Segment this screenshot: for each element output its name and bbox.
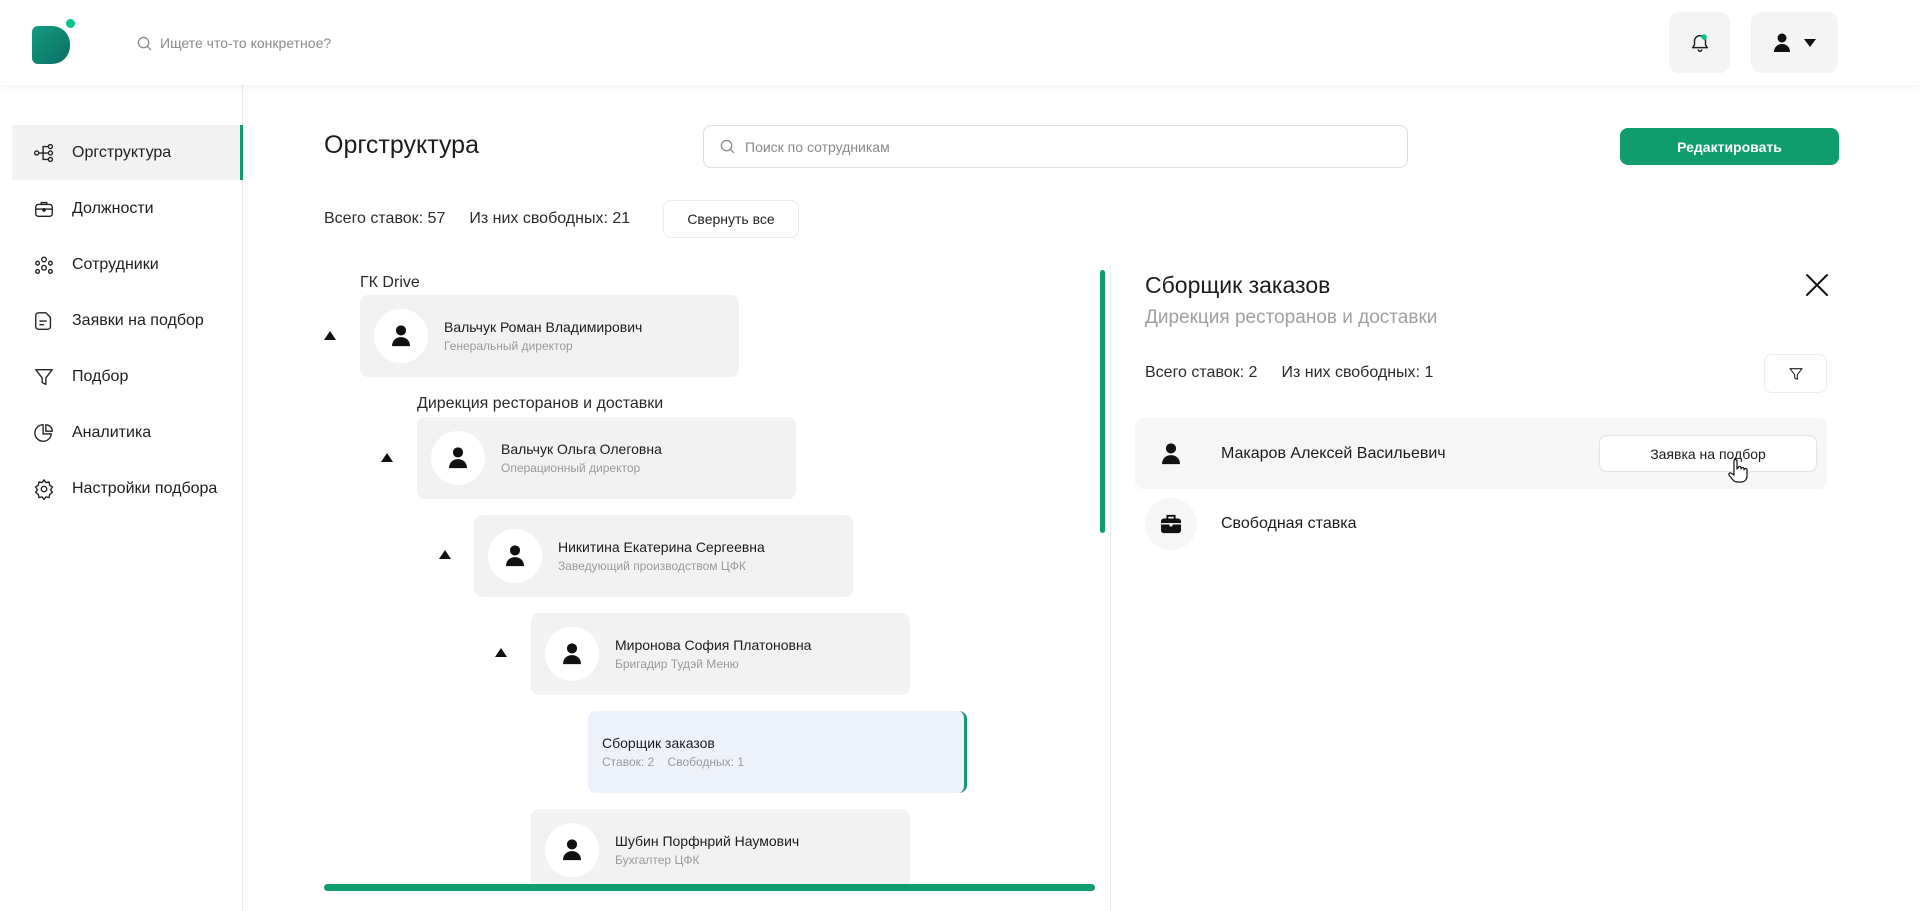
horizontal-scrollbar[interactable] [324,884,1095,891]
chevron-down-icon [1803,38,1816,47]
panel-divider [1110,265,1111,911]
panel-subtitle: Дирекция ресторанов и доставки [1145,307,1438,328]
hand-cursor-icon [1728,459,1748,483]
search-icon [137,36,152,50]
node-role: Операционный директор [501,461,641,475]
employee-search-input[interactable] [745,138,1345,155]
gear-icon [32,477,56,501]
sidebar-item-label: Аналитика [72,423,152,441]
node-name: Сборщик заказов [602,735,715,751]
employee-search [703,125,1408,168]
node-role: Генеральный директор [444,339,573,353]
node-name: Вальчук Ольга Олеговна [501,441,662,457]
free-positions: Из них свободных: 21 [469,210,631,227]
app-logo[interactable] [32,19,75,64]
panel-free-positions: Из них свободных: 1 [1281,364,1434,381]
tree-node[interactable]: Никитина Екатерина Сергеевна Заведующий … [474,515,853,597]
people-icon [32,253,56,277]
briefcase-icon [1161,514,1181,533]
node-role: Бригадир Тудэй Меню [615,657,739,671]
sidebar-item-employees[interactable]: Сотрудники [12,237,243,292]
page-title: Оргструктура [324,131,479,159]
node-role: Ставок: 2 Свободных: 1 [602,755,745,769]
global-search [137,32,460,54]
user-icon [506,545,524,567]
tree-node[interactable]: Шубин Порфнрий Наумович Бухгалтер ЦФК [531,809,910,891]
panel-stats: Всего ставок: 2 Из них свободных: 1 [1145,364,1433,382]
collapse-toggle-icon[interactable] [381,453,393,462]
user-icon [449,447,467,469]
logo-shape [32,26,70,64]
node-name: Никитина Екатерина Сергеевна [558,539,765,555]
sidebar-item-label: Подбор [72,367,129,385]
node-name: Миронова София Платоновна [615,637,812,653]
group-label: Дирекция ресторанов и доставки [417,395,664,412]
funnel-icon [32,365,56,389]
user-icon [563,839,581,861]
group-label: ГК Drive [360,274,420,291]
collapse-toggle-icon[interactable] [439,550,451,559]
avatar [545,627,599,681]
top-header [0,0,1920,85]
edit-button[interactable]: Редактировать [1620,128,1839,165]
sidebar-item-recruiting-settings[interactable]: Настройки подбора [12,461,243,516]
position-row[interactable]: Свободная ставка [1135,488,1827,559]
user-icon [1162,442,1180,464]
user-icon [563,643,581,665]
search-icon [720,139,735,154]
sidebar-item-positions[interactable]: Должности [12,181,243,236]
sidebar-item-label: Оргструктура [72,143,172,161]
node-name: Вальчук Роман Владимирович [444,319,643,335]
total-positions: Всего ставок: 57 [324,210,446,227]
pie-chart-icon [32,421,56,445]
document-icon [32,309,56,333]
org-tree: ГК Drive Вальчук Роман Владимирович Гене… [324,265,1100,895]
filter-button[interactable] [1764,354,1827,393]
avatar [545,823,599,877]
avatar [374,309,428,363]
vertical-scrollbar[interactable] [1100,270,1105,533]
sidebar-item-org-structure[interactable]: Оргструктура [12,125,243,180]
avatar [1145,428,1197,480]
node-name: Шубин Порфнрий Наумович [615,833,800,849]
close-icon[interactable] [1804,272,1830,298]
avatar [488,529,542,583]
tree-node[interactable]: Вальчук Роман Владимирович Генеральный д… [360,295,739,377]
org-structure-icon [32,141,56,165]
sidebar-item-label: Сотрудники [72,255,159,273]
sidebar-item-recruiting[interactable]: Подбор [12,349,243,404]
tree-node[interactable]: Вальчук Ольга Олеговна Операционный дире… [417,417,796,499]
tree-node[interactable]: Миронова София Платоновна Бригадир Тудэй… [531,613,910,695]
panel-title: Сборщик заказов [1145,272,1331,298]
collapse-all-button[interactable]: Свернуть все [663,200,799,238]
tree-node-selected[interactable]: Сборщик заказов Ставок: 2 Свободных: 1 [588,711,967,793]
employee-name: Макаров Алексей Васильевич [1221,444,1446,462]
collapse-toggle-icon[interactable] [324,331,336,340]
hiring-request-button[interactable]: Заявка на подбор [1599,435,1817,472]
briefcase-icon [32,197,56,221]
org-stats: Всего ставок: 57 Из них свободных: 21 [324,210,630,228]
node-role: Заведующий производством ЦФК [558,559,746,573]
sidebar-item-label: Заявки на подбор [72,311,204,329]
panel-total-positions: Всего ставок: 2 [1145,364,1258,381]
sidebar: Оргструктура Должности Сотрудники Заявки… [0,85,243,911]
sidebar-item-hiring-requests[interactable]: Заявки на подбор [12,293,243,348]
collapse-toggle-icon[interactable] [495,648,507,657]
avatar [1145,497,1197,550]
notifications-button[interactable] [1669,12,1730,73]
sidebar-item-label: Настройки подбора [72,479,218,497]
user-icon [392,325,410,347]
node-role: Бухгалтер ЦФК [615,853,700,867]
bell-icon [1691,33,1708,52]
avatar [431,431,485,485]
user-menu-button[interactable] [1751,12,1838,73]
user-icon [1773,33,1790,52]
sidebar-item-analytics[interactable]: Аналитика [12,405,243,460]
funnel-icon [1788,367,1803,380]
logo-dot [66,19,75,28]
sidebar-item-label: Должности [72,199,154,217]
global-search-input[interactable] [160,35,460,51]
vacancy-name: Свободная ставка [1221,514,1357,532]
